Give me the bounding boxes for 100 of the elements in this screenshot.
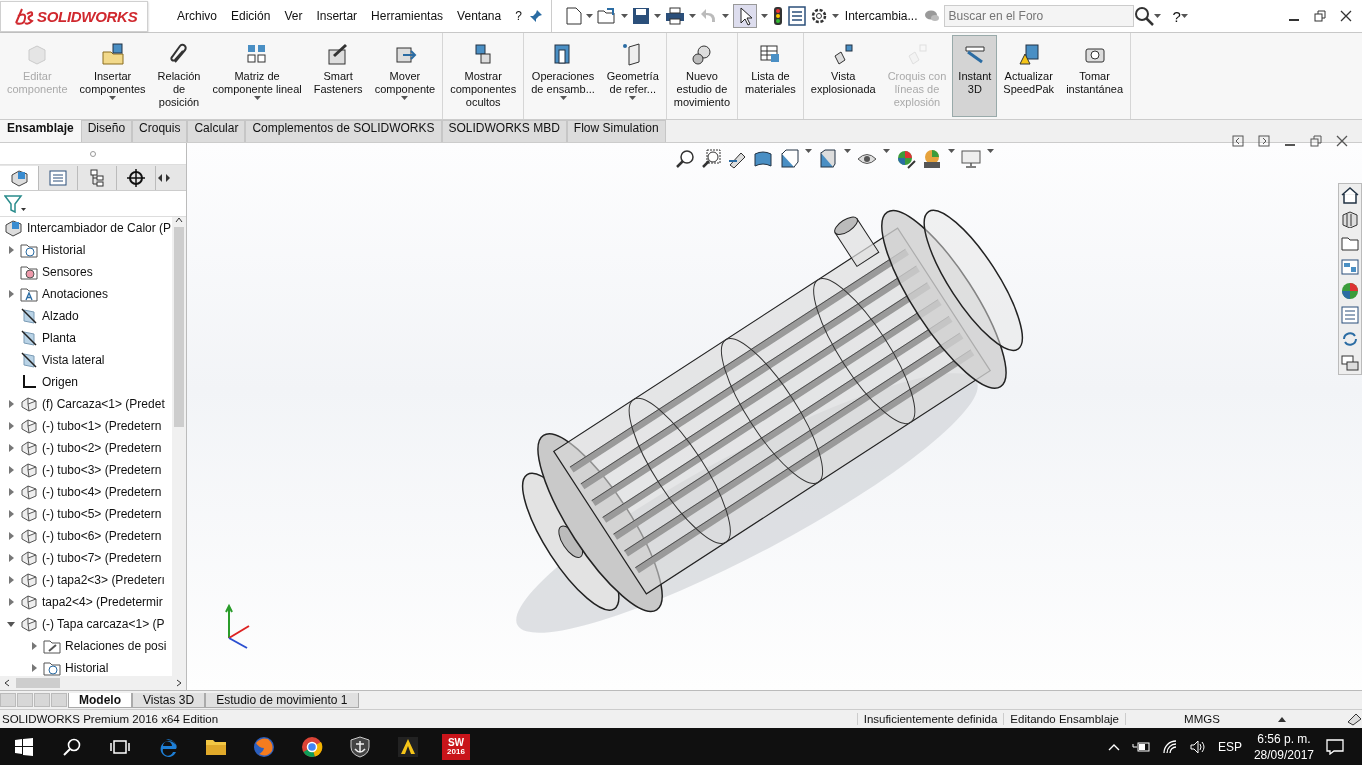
print-icon[interactable] — [664, 7, 685, 25]
command-tab[interactable]: Complementos de SOLIDWORKS — [245, 120, 442, 142]
design-library-icon[interactable] — [1341, 210, 1359, 228]
menu-item[interactable]: Archivo — [170, 9, 224, 23]
pencil-eraser-icon[interactable] — [1346, 712, 1362, 726]
ribbon-button[interactable]: Instant 3D — [952, 35, 998, 117]
anchor-shield-icon[interactable] — [349, 735, 371, 758]
chevron-logo-icon[interactable] — [397, 735, 419, 758]
help-button[interactable]: ? — [1172, 7, 1181, 25]
command-tab[interactable]: SOLIDWORKS MBD — [441, 120, 567, 142]
expand-arrow-icon[interactable] — [7, 532, 15, 540]
scroll-up-icon[interactable] — [175, 217, 183, 223]
expand-arrow-icon[interactable] — [7, 422, 15, 430]
tree-item[interactable]: (-) tubo<4> (Predetern — [42, 485, 162, 499]
feature-tree-tab[interactable] — [0, 165, 39, 190]
up-caret-icon[interactable] — [1278, 716, 1286, 722]
expand-arrow-icon[interactable] — [7, 290, 15, 298]
ribbon-button[interactable]: Mostrar componentes ocultos — [444, 35, 523, 117]
tree-item[interactable]: (-) tubo<6> (Predetern — [42, 529, 162, 543]
expand-arrow-icon[interactable] — [7, 510, 15, 518]
ribbon-button[interactable]: Smart Fasteners — [307, 35, 369, 117]
restore-icon[interactable] — [1310, 135, 1322, 147]
expand-arrow-icon[interactable] — [7, 598, 15, 606]
unit-system[interactable]: MMGS — [1125, 713, 1278, 725]
tree-item[interactable]: Anotaciones — [42, 287, 109, 301]
close-icon[interactable] — [1340, 10, 1352, 22]
ribbon-button[interactable]: Insertar componentes — [73, 35, 152, 117]
ribbon-button[interactable]: Relación de posición — [151, 35, 207, 117]
task-view-icon[interactable] — [110, 738, 130, 755]
appearances-icon[interactable] — [1341, 282, 1359, 300]
expand-arrow-icon[interactable] — [7, 488, 15, 496]
tree-item[interactable]: Origen — [42, 375, 79, 389]
filter-icon[interactable] — [4, 194, 26, 213]
zoom-area-icon[interactable] — [701, 149, 721, 169]
clock-time[interactable]: 6:56 p. m. — [1257, 730, 1311, 747]
tree-item[interactable]: Vista lateral — [42, 353, 105, 367]
search-icon[interactable] — [1133, 6, 1154, 26]
command-tab[interactable]: Calcular — [187, 120, 246, 142]
tree-item[interactable]: (-) tubo<1> (Predetern — [42, 419, 162, 433]
command-tab[interactable]: Flow Simulation — [566, 120, 666, 142]
tree-item[interactable]: (-) tubo<5> (Predetern — [42, 507, 162, 521]
menu-item[interactable]: Ventana — [450, 9, 509, 23]
search-icon[interactable] — [63, 737, 81, 756]
input-language[interactable]: ESP — [1217, 739, 1242, 754]
tree-item[interactable]: (-) tapa2<3> (Predeterı — [42, 573, 165, 587]
traffic-light-icon[interactable] — [771, 6, 784, 26]
expand-arrow-icon[interactable] — [30, 664, 38, 672]
scroll-left-icon[interactable] — [156, 172, 164, 183]
notification-icon[interactable] — [1326, 738, 1344, 755]
tree-root[interactable]: Intercambiador de Calor (P — [27, 221, 172, 235]
tree-item[interactable]: Relaciones de posi — [65, 639, 167, 653]
ribbon-button[interactable]: Nuevo estudio de movimiento — [667, 35, 737, 117]
ribbon-button[interactable]: Lista de materiales — [739, 35, 802, 117]
tree-item[interactable]: (-) Tapa carcaza<1> (P — [42, 617, 165, 631]
save-icon[interactable] — [631, 7, 650, 25]
section-view-icon[interactable] — [753, 149, 773, 169]
clock-date[interactable]: 28/09/2017 — [1253, 746, 1314, 763]
expand-arrow-icon[interactable] — [7, 554, 15, 562]
command-tab[interactable]: Ensamblaje — [0, 120, 81, 142]
fox-globe-icon[interactable] — [253, 735, 275, 758]
file-explorer-icon[interactable] — [1341, 234, 1359, 252]
ribbon-button[interactable]: Geometría de refer... — [600, 35, 665, 117]
battery-plug-icon[interactable] — [1131, 740, 1150, 753]
scene-icon[interactable] — [922, 149, 942, 169]
expand-arrow-icon[interactable] — [7, 246, 15, 254]
refresh-icon[interactable] — [1341, 330, 1359, 348]
menu-item[interactable]: Edición — [224, 9, 278, 23]
chrome-circle-icon[interactable] — [301, 735, 323, 758]
tree-item[interactable]: Sensores — [42, 265, 93, 279]
collapse-arrow-icon[interactable] — [7, 620, 15, 628]
tree-item[interactable]: Planta — [42, 331, 77, 345]
tree-item[interactable]: Alzado — [42, 309, 79, 323]
tree-item[interactable]: Historial — [65, 661, 109, 675]
tree-item[interactable]: (-) tubo<3> (Predetern — [42, 463, 162, 477]
menu-item[interactable]: Herramientas — [364, 9, 451, 23]
scrollbar-thumb[interactable] — [16, 678, 60, 688]
scroll-left-icon[interactable] — [4, 679, 10, 687]
pin-icon[interactable] — [528, 9, 543, 23]
model-view-tab[interactable]: Estudio de movimiento 1 — [205, 692, 359, 708]
tree-item[interactable]: (-) tubo<7> (Predetern — [42, 551, 162, 565]
forum-icon[interactable] — [1341, 354, 1359, 372]
tree-item[interactable]: tapa2<4> (Predetermir — [42, 595, 163, 609]
close-icon[interactable] — [1336, 135, 1348, 147]
scroll-right-icon[interactable] — [176, 679, 182, 687]
scrollbar-thumb[interactable] — [174, 227, 184, 427]
expand-arrow-icon[interactable] — [7, 576, 15, 584]
expand-arrow-icon[interactable] — [30, 642, 38, 650]
model-view-tab[interactable]: Vistas 3D — [132, 692, 206, 708]
expand-arrow-icon[interactable] — [7, 444, 15, 452]
tree-item[interactable]: (-) tubo<2> (Predetern — [42, 441, 162, 455]
ribbon-button[interactable]: Vista explosionada — [804, 35, 882, 117]
windows-start-icon[interactable] — [15, 737, 33, 756]
menu-item[interactable]: Ver — [277, 9, 310, 23]
command-tab[interactable]: Diseño — [80, 120, 133, 142]
restore-icon[interactable] — [1314, 10, 1326, 22]
view-palette-icon[interactable] — [1341, 258, 1359, 276]
tree-item[interactable]: (f) Carcaza<1> (Predet — [42, 397, 165, 411]
expand-arrow-icon[interactable] — [7, 466, 15, 474]
model-view-tab[interactable]: Modelo — [68, 692, 132, 708]
search-field[interactable]: Buscar en el Foro — [943, 5, 1134, 27]
